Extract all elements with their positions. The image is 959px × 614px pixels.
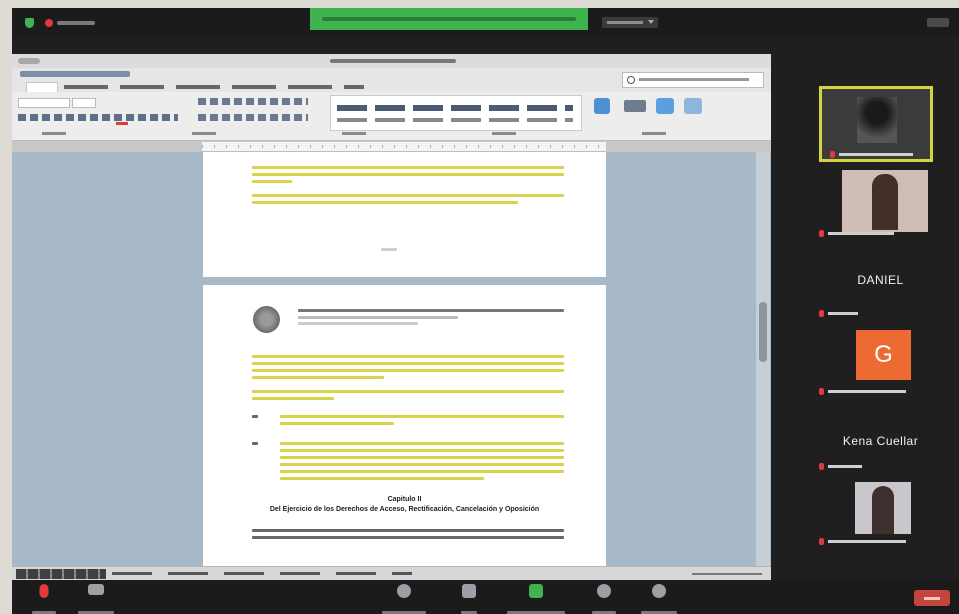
participant-label — [819, 308, 858, 318]
participants-button[interactable] — [382, 580, 426, 614]
dictate-button[interactable] — [624, 100, 646, 112]
microphone-icon — [819, 388, 824, 395]
record-button[interactable] — [582, 580, 626, 614]
reactions-button[interactable] — [637, 580, 681, 614]
document-title — [330, 59, 456, 63]
search-box[interactable] — [622, 72, 764, 88]
document-page: Capitulo II Del Ejercicio de los Derecho… — [203, 285, 606, 566]
font-format-buttons[interactable] — [18, 114, 178, 121]
participant-avatar[interactable]: G — [856, 330, 911, 380]
seal-icon — [253, 306, 280, 333]
microphone-icon — [819, 463, 824, 470]
microphone-icon — [830, 151, 835, 158]
participant-label — [819, 536, 906, 546]
window-controls[interactable] — [18, 58, 40, 64]
document-canvas: Capitulo II Del Ejercicio de los Derecho… — [12, 152, 771, 566]
font-name-select[interactable] — [18, 98, 70, 108]
video-button[interactable] — [74, 580, 118, 614]
participant-video — [872, 174, 898, 230]
shared-word-window: Capitulo II Del Ejercicio de los Derecho… — [12, 54, 771, 581]
share-screen-button[interactable] — [507, 580, 565, 614]
styles-pane-button[interactable] — [594, 98, 610, 114]
quick-access-toolbar[interactable] — [20, 71, 130, 77]
vertical-scrollbar[interactable] — [756, 152, 770, 566]
participant-label — [830, 149, 913, 159]
editor-button[interactable] — [656, 98, 674, 114]
paragraph-buttons[interactable] — [198, 98, 308, 105]
ribbon-tab-row[interactable] — [64, 85, 364, 89]
participant-tile-video[interactable] — [855, 482, 911, 534]
shield-icon[interactable] — [25, 18, 34, 28]
styles-gallery[interactable] — [330, 95, 582, 131]
word-status-bar — [12, 566, 771, 581]
search-icon — [627, 76, 635, 84]
word-title-bar — [12, 54, 771, 68]
zoom-slider[interactable] — [692, 573, 762, 575]
ribbon-body — [12, 92, 771, 141]
microphone-icon — [819, 310, 824, 317]
recording-label — [57, 21, 95, 25]
zoom-window: Capitulo II Del Ejercicio de los Derecho… — [12, 8, 959, 614]
participant-name: DANIEL — [857, 273, 904, 287]
participants-icon — [397, 584, 411, 598]
scrollbar-thumb[interactable] — [759, 302, 767, 362]
chevron-down-icon — [648, 20, 654, 24]
share-screen-icon — [529, 584, 543, 598]
document-page — [203, 152, 606, 277]
microphone-icon — [819, 230, 824, 237]
screen-share-banner — [310, 8, 588, 30]
chapter-title: Del Ejercicio de los Derechos de Acceso,… — [269, 506, 540, 513]
microphone-icon — [39, 584, 49, 598]
participant-label — [819, 461, 862, 471]
leave-button[interactable] — [914, 590, 950, 606]
participant-tile-video[interactable] — [842, 170, 928, 232]
status-info — [112, 572, 412, 575]
designer-button[interactable] — [684, 98, 702, 114]
participant-video — [872, 486, 894, 534]
participant-label — [819, 228, 894, 238]
zoom-toolbar — [12, 580, 959, 614]
participants-panel: DANIEL G Kena Cuellar — [802, 78, 959, 548]
ribbon-tabs — [12, 68, 771, 93]
video-icon — [88, 584, 104, 595]
horizontal-ruler — [202, 142, 606, 152]
ribbon-group-labels — [42, 132, 742, 135]
recording-indicator[interactable] — [45, 19, 53, 27]
view-buttons[interactable] — [16, 569, 106, 579]
chat-icon — [462, 584, 476, 598]
participant-name: Kena Cuellar — [842, 434, 919, 448]
participant-video — [857, 97, 897, 143]
participant-tile-active-speaker[interactable] — [819, 86, 933, 162]
microphone-icon — [819, 538, 824, 545]
font-color-button[interactable] — [116, 122, 128, 125]
chapter-number: Capitulo II — [387, 496, 422, 503]
view-icon[interactable] — [927, 18, 949, 27]
reactions-icon — [652, 584, 666, 598]
record-icon — [597, 584, 611, 598]
chat-button[interactable] — [447, 580, 491, 614]
participant-label — [819, 386, 906, 396]
mute-button[interactable] — [22, 580, 66, 614]
zoom-top-bar — [12, 8, 959, 38]
view-options-dropdown[interactable] — [602, 17, 658, 28]
font-size-select[interactable] — [72, 98, 96, 108]
paragraph-buttons-2[interactable] — [198, 114, 308, 121]
